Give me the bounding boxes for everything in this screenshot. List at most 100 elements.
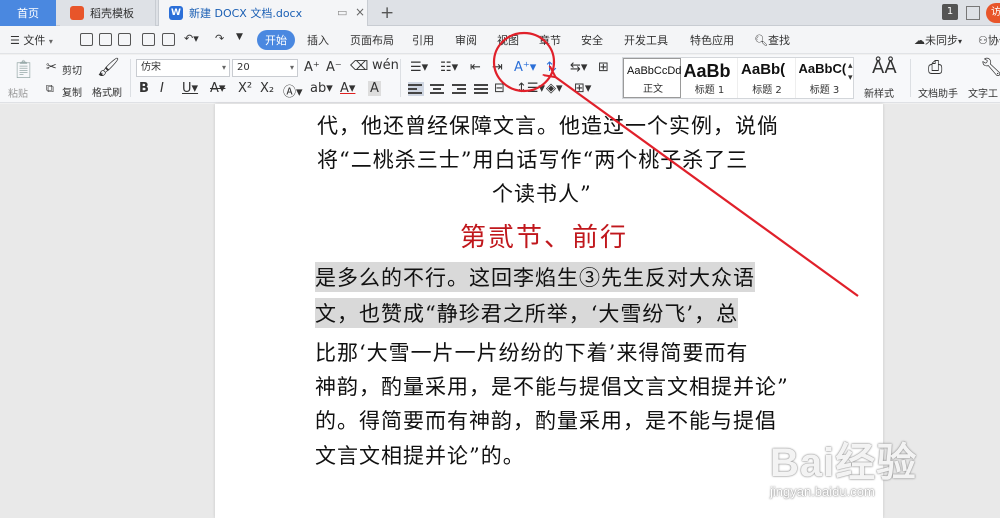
text-line: 的。得简要而有神韵，酌量采用，是不能与提倡 xyxy=(315,409,777,433)
show-marks-icon[interactable]: ⇆▾ xyxy=(570,60,587,75)
tab-review[interactable]: 审阅 xyxy=(455,32,477,48)
tab-document[interactable]: W 新建 DOCX 文档.docx ▭ × xyxy=(158,0,368,26)
save-as-icon[interactable] xyxy=(118,33,131,46)
search-label: 查找 xyxy=(767,34,790,47)
cut-button[interactable]: 剪切 xyxy=(62,62,82,77)
open-icon[interactable] xyxy=(80,33,93,46)
separator xyxy=(910,59,911,97)
baidu-jingyan-watermark: Bai经验 jingyan.baidu.com xyxy=(770,430,917,499)
doc-assistant-icon[interactable]: ⎙ xyxy=(928,57,942,78)
monitor-icon[interactable]: ▭ xyxy=(337,6,347,19)
italic-icon[interactable]: I xyxy=(160,81,164,96)
sort-icon[interactable]: ⇅ xyxy=(546,60,557,75)
close-tab-icon[interactable]: × xyxy=(355,5,365,19)
scissors-icon[interactable]: ✂ xyxy=(46,60,57,75)
phonetic-guide-icon[interactable]: wén xyxy=(372,58,399,73)
align-left-button[interactable] xyxy=(408,82,424,96)
strikethrough-icon[interactable]: A▾ xyxy=(210,81,225,96)
shrink-font-icon[interactable]: A⁻ xyxy=(326,60,342,75)
style-scroll-down-icon[interactable]: ▾ xyxy=(848,73,853,83)
window-restore-icon[interactable] xyxy=(966,6,980,20)
tab-insert[interactable]: 插入 xyxy=(307,32,329,48)
style-heading-2[interactable]: AaBb( 标题 2 xyxy=(738,58,796,98)
separator xyxy=(130,59,131,97)
clear-format-icon[interactable]: ⌫ xyxy=(350,59,368,74)
paste-icon[interactable]: 📋︎ xyxy=(12,59,35,80)
save-icon[interactable] xyxy=(99,33,112,46)
tab-chapter[interactable]: 章节 xyxy=(539,32,561,48)
style-heading-1[interactable]: AaBb 标题 1 xyxy=(681,58,739,98)
paste-button[interactable]: 粘贴 xyxy=(8,85,28,100)
borders-icon[interactable]: ⊞▾ xyxy=(574,81,591,96)
window-count-badge[interactable]: 1 xyxy=(942,4,958,20)
text-line: 代，他还曾经保障文言。他造过一个实例，说倘 xyxy=(317,114,779,138)
section-heading: 第贰节、前行 xyxy=(460,223,629,253)
visitor-button[interactable]: 访客 xyxy=(986,3,1000,23)
file-menu[interactable]: ☰ 文件 ▾ xyxy=(10,32,53,48)
increase-indent-icon[interactable]: ⇥ xyxy=(492,60,503,75)
chinese-layout-icon[interactable]: A⁺▾ xyxy=(514,60,536,75)
doc-assistant-button[interactable]: 文档助手 xyxy=(918,85,958,100)
line-spacing-icon[interactable]: ↕☰▾ xyxy=(516,81,545,96)
chevron-down-icon: ▾ xyxy=(48,37,53,46)
print-preview-icon[interactable] xyxy=(162,33,175,46)
new-tab-icon[interactable]: + xyxy=(380,3,394,23)
highlight-icon[interactable]: ab▾ xyxy=(310,81,333,96)
style-heading-3[interactable]: AaBbC( 标题 3 xyxy=(796,58,853,98)
font-size-select[interactable]: 20 ▾ xyxy=(232,59,298,77)
undo-icon[interactable]: ↶▾ xyxy=(184,32,199,45)
customize-qa-icon[interactable]: ▼ xyxy=(236,32,243,42)
search-command[interactable]: 🔍︎查找 xyxy=(754,32,790,48)
tab-start[interactable]: 开始 xyxy=(257,30,295,50)
tab-developer[interactable]: 开发工具 xyxy=(624,32,668,48)
char-shading-icon[interactable]: A xyxy=(368,81,381,96)
bold-icon[interactable]: B xyxy=(139,81,149,96)
align-center-button[interactable] xyxy=(430,82,446,96)
style-name: 正文 xyxy=(643,84,663,95)
table-borders-icon[interactable]: ⊞ xyxy=(598,60,609,75)
align-right-button[interactable] xyxy=(452,82,468,96)
underline-icon[interactable]: U▾ xyxy=(182,81,198,96)
tab-references[interactable]: 引用 xyxy=(412,32,434,48)
decrease-indent-icon[interactable]: ⇤ xyxy=(470,60,481,75)
tab-home[interactable]: 首页 xyxy=(0,0,56,26)
collaborate-label: 协作 xyxy=(987,34,1000,47)
bullet-list-icon[interactable]: ☰▾ xyxy=(410,60,428,75)
sync-label: 未同步 xyxy=(925,34,958,47)
justify-button[interactable] xyxy=(474,82,490,96)
selected-text-line: 文，也赞成“静珍君之所举，‘大雪纷飞’，总 xyxy=(315,298,739,328)
font-name-select[interactable]: 仿宋 ▾ xyxy=(136,59,230,77)
numbered-list-icon[interactable]: ☷▾ xyxy=(440,60,458,75)
wrench-icon[interactable]: 🔧︎ xyxy=(980,57,1000,78)
text-tools-button[interactable]: 文字工 xyxy=(968,85,998,100)
shading-icon[interactable]: ◈▾ xyxy=(546,81,563,96)
format-painter-button[interactable]: 格式刷 xyxy=(92,84,122,99)
subscript-icon[interactable]: X₂ xyxy=(260,81,274,96)
format-painter-icon[interactable]: 🖌︎ xyxy=(97,57,120,78)
tab-page-layout[interactable]: 页面布局 xyxy=(350,32,394,48)
grow-font-icon[interactable]: A⁺ xyxy=(304,60,320,75)
sync-status[interactable]: ☁未同步▾ xyxy=(914,32,962,48)
style-normal[interactable]: AaBbCcDd 正文 xyxy=(623,58,681,98)
tab-special-apps[interactable]: 特色应用 xyxy=(690,32,734,48)
copy-icon[interactable]: ⧉ xyxy=(46,82,54,96)
collaborate-button[interactable]: ⚇协作 xyxy=(978,32,1000,48)
daoke-icon xyxy=(70,6,84,20)
redo-icon[interactable]: ↷ xyxy=(215,32,224,45)
tab-view[interactable]: 视图 xyxy=(497,32,519,48)
new-style-button[interactable]: 新样式 xyxy=(864,85,894,100)
copy-button[interactable]: 复制 xyxy=(62,84,82,99)
collaborate-icon: ⚇ xyxy=(978,34,988,47)
print-icon[interactable] xyxy=(142,33,155,46)
new-style-icon[interactable]: ÅÅ xyxy=(872,57,897,78)
separator xyxy=(400,59,401,97)
font-color-icon[interactable]: A▾ xyxy=(340,81,355,96)
chevron-down-icon: ▾ xyxy=(289,63,294,72)
tab-templates[interactable]: 稻壳模板 xyxy=(60,0,156,26)
superscript-icon[interactable]: X² xyxy=(238,81,252,96)
text-effect-icon[interactable]: Ⓐ▾ xyxy=(283,81,303,100)
style-scroll-up-icon[interactable]: ▴ xyxy=(848,61,853,71)
tab-security[interactable]: 安全 xyxy=(581,32,603,48)
wps-writer-icon: W xyxy=(169,6,183,20)
distribute-icon[interactable]: ⊟ xyxy=(494,81,505,96)
